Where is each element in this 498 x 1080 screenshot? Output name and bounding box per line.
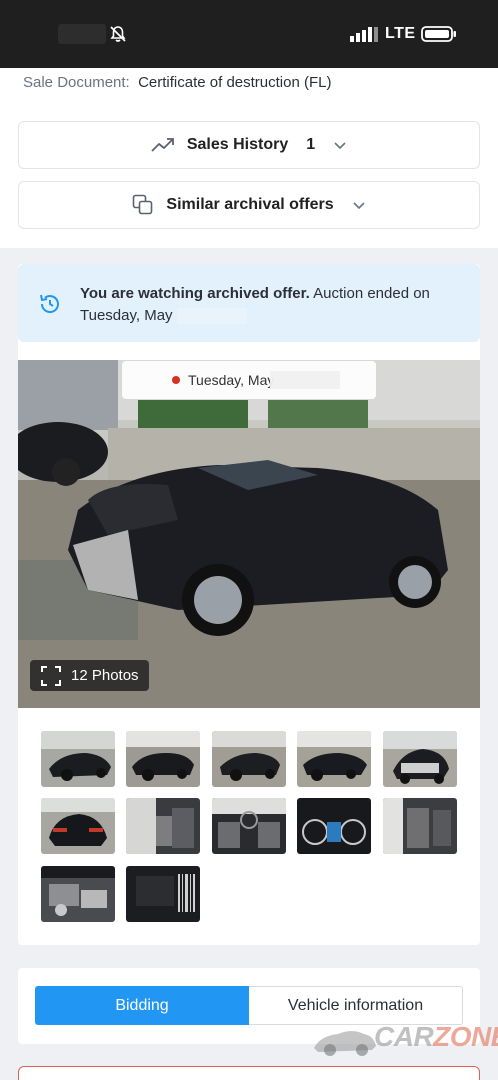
- photo-thumbnail[interactable]: [126, 731, 200, 787]
- network-type: LTE: [385, 25, 416, 42]
- auction-date-text: Tuesday, May: [188, 372, 275, 388]
- photo-thumbnail[interactable]: [297, 798, 371, 854]
- chevron-down-icon: [353, 202, 365, 210]
- main-vehicle-photo[interactable]: [18, 360, 480, 708]
- redacted-date: [270, 371, 340, 389]
- photo-thumbnail[interactable]: [212, 731, 286, 787]
- archived-notice-text: You are watching archived offer. Auction…: [80, 283, 460, 327]
- sales-history-button[interactable]: Sales History 1: [18, 121, 480, 169]
- similar-offers-label: Similar archival offers: [166, 196, 334, 213]
- sales-history-label: Sales History: [186, 136, 289, 153]
- photo-thumbnail[interactable]: [41, 731, 115, 787]
- history-icon: [40, 294, 59, 313]
- photo-thumbnail[interactable]: [297, 731, 371, 787]
- photo-thumbnail[interactable]: [212, 798, 286, 854]
- photo-thumbnail[interactable]: [383, 731, 457, 787]
- status-dot: [172, 376, 180, 384]
- sale-document-row: Sale Document: Certificate of destructio…: [23, 74, 331, 91]
- photo-thumbnail[interactable]: [41, 798, 115, 854]
- trending-up-icon: [151, 138, 174, 152]
- tab-bidding[interactable]: Bidding: [35, 986, 249, 1025]
- photos-count-label: 12 Photos: [71, 667, 139, 684]
- carzone-watermark: CARZONE: [374, 1021, 498, 1053]
- status-bar: LTE: [0, 0, 498, 68]
- watermark-brand-right: ZONE: [433, 1021, 498, 1052]
- alert-box: [18, 1066, 480, 1080]
- sales-history-count: 1: [306, 136, 316, 153]
- chevron-down-icon: [334, 142, 346, 150]
- fullscreen-icon: [41, 665, 61, 686]
- photo-thumbnail[interactable]: [126, 798, 200, 854]
- sale-document-label: Sale Document:: [23, 74, 130, 91]
- auction-date-chip: Tuesday, May: [122, 361, 376, 399]
- sale-document-value: Certificate of destruction (FL): [138, 74, 332, 91]
- redacted-date: [176, 308, 247, 325]
- photo-thumbnail[interactable]: [126, 866, 200, 922]
- signal-icon: [350, 27, 378, 42]
- watermark-brand-left: CAR: [374, 1021, 434, 1052]
- archived-notice-bold: You are watching archived offer.: [80, 285, 310, 302]
- photos-count-button[interactable]: 12 Photos: [30, 660, 149, 691]
- redacted-time: [58, 24, 106, 44]
- bell-off-icon: [110, 26, 126, 42]
- battery-icon: [421, 26, 456, 42]
- car-photo-image: [18, 360, 480, 708]
- copy-icon: [133, 194, 153, 215]
- similar-offers-button[interactable]: Similar archival offers: [18, 181, 480, 229]
- photo-thumbnail[interactable]: [41, 866, 115, 922]
- photo-thumbnail[interactable]: [383, 798, 457, 854]
